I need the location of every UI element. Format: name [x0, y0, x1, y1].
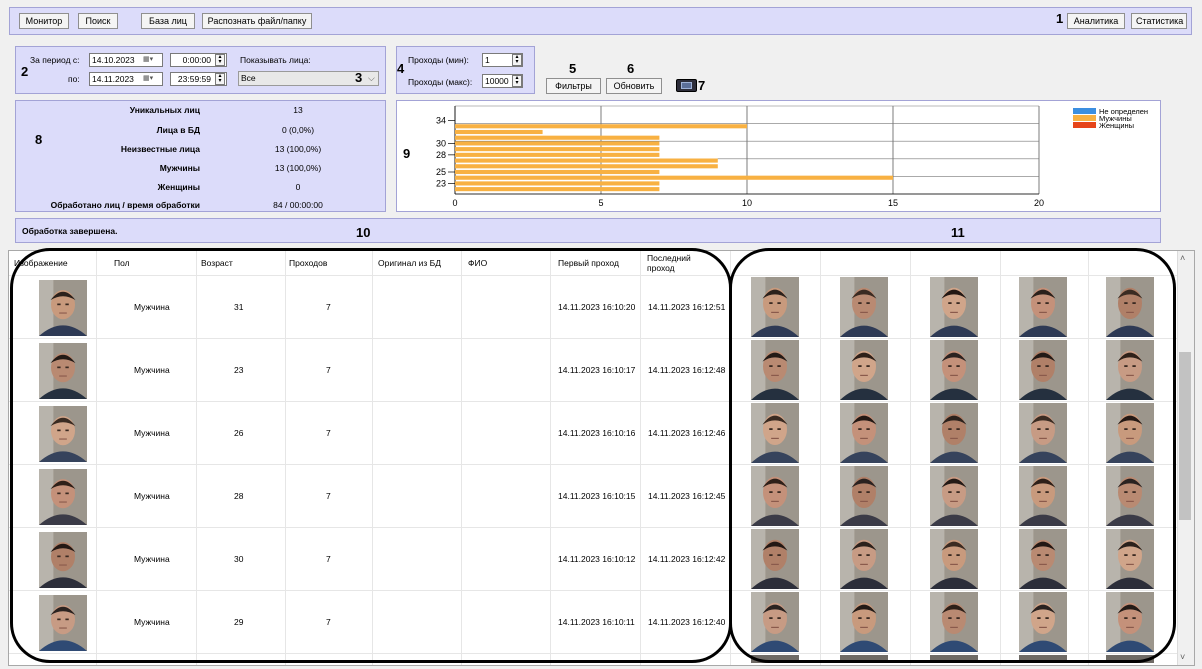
women-value: 0	[295, 182, 301, 192]
marker-1: 1	[1056, 11, 1064, 26]
marker-5: 5	[569, 61, 577, 76]
chart-bar	[455, 187, 660, 192]
legend-swatch	[1073, 108, 1096, 114]
from-time-value: 0:00:00	[182, 55, 211, 65]
spinner-icon[interactable]: ▴ ▾	[215, 54, 225, 66]
faces-in-db-label: Лица в БД	[156, 125, 200, 135]
legend-swatch	[1073, 115, 1096, 121]
calendar-icon[interactable]: ▦▾	[143, 55, 153, 63]
women-label: Женщины	[157, 182, 200, 192]
processed-label: Обработано лиц / время обработки	[50, 200, 200, 210]
statistics-button[interactable]: Статистика	[1131, 13, 1187, 29]
refresh-button[interactable]: Обновить	[606, 78, 662, 94]
period-to-label: по:	[68, 74, 80, 84]
spinner-icon[interactable]: ▴ ▾	[512, 75, 522, 87]
recognize-file-button[interactable]: Распознать файл/папку	[202, 13, 312, 29]
from-date-value: 14.10.2023	[92, 55, 135, 65]
chart-bar	[455, 135, 660, 140]
chart-xtick-label: 15	[888, 198, 898, 208]
chart-bar	[455, 164, 718, 169]
scroll-down-icon[interactable]: ˅	[1180, 652, 1185, 662]
passes-max-value: 10000	[485, 76, 509, 86]
chart-ytick-label: 25	[436, 167, 446, 177]
chart-bar	[455, 169, 660, 175]
face-db-button[interactable]: База лиц	[141, 13, 195, 29]
scrollbar-thumb[interactable]	[1179, 352, 1191, 520]
passes-min-label: Проходы (мин):	[408, 55, 469, 65]
chart-ytick-label: 28	[436, 150, 446, 160]
chart-xtick-label: 5	[598, 198, 603, 208]
chevron-down-icon[interactable]: ⌵	[368, 73, 375, 84]
passes-min-value: 1	[485, 55, 490, 65]
faces-in-db-value: 0 (0,0%)	[281, 125, 315, 135]
marker-6: 6	[627, 61, 635, 76]
marker-7: 7	[698, 78, 706, 93]
to-date-value: 14.11.2023	[92, 74, 134, 84]
marker-4: 4	[397, 61, 405, 76]
calendar-icon[interactable]: ▦▾	[143, 74, 153, 82]
legend-swatch	[1073, 122, 1096, 128]
status-text: Обработка завершена.	[22, 226, 118, 236]
monitor-button[interactable]: Монитор	[19, 13, 69, 29]
marker-3: 3	[355, 70, 363, 85]
unique-faces-label: Уникальных лиц	[129, 105, 200, 115]
table-highlight-oval	[10, 248, 732, 663]
chart-xtick-label: 0	[452, 198, 457, 208]
chart-bar	[455, 152, 660, 157]
chart-ytick-label: 30	[436, 138, 446, 148]
marker-10: 10	[356, 225, 371, 240]
chart-bar	[455, 181, 660, 186]
thumbs-highlight-oval	[729, 248, 1176, 663]
chart-xtick-label: 10	[742, 198, 752, 208]
processed-value: 84 / 00:00:00	[273, 200, 323, 210]
unknown-faces-label: Неизвестные лица	[120, 144, 200, 154]
unknown-faces-value: 13 (100,0%)	[274, 144, 322, 154]
unique-faces-value: 13	[293, 105, 303, 115]
passes-max-label: Проходы (макс):	[408, 77, 473, 87]
chart-bar	[455, 124, 747, 129]
legend-label: Женщины	[1099, 121, 1134, 130]
marker-11: 11	[951, 225, 965, 240]
show-faces-label: Показывать лица:	[240, 55, 311, 65]
chart-bar	[455, 158, 718, 163]
age-chart: 3430282523 0 5 10 15 20 Не определенМужчиныЖ…	[436, 105, 1148, 208]
filters-button[interactable]: Фильтры	[546, 78, 601, 94]
chart-ytick-label: 23	[436, 178, 446, 188]
search-button[interactable]: Поиск	[78, 13, 118, 29]
chart-bar	[455, 175, 893, 180]
to-time-value: 23:59:59	[177, 74, 211, 84]
show-faces-value: Все	[241, 73, 256, 83]
spinner-icon[interactable]: ▴ ▾	[215, 73, 225, 85]
stats-labels: Уникальных лиц Лица в БД Неизвестные лиц…	[20, 104, 200, 212]
marker-2: 2	[21, 64, 29, 79]
period-from-label: За период с:	[30, 55, 80, 65]
chart-ytick-label: 34	[436, 116, 446, 126]
spinner-icon[interactable]: ▴ ▾	[512, 54, 522, 66]
scroll-up-icon[interactable]: ˄	[1180, 253, 1185, 263]
analytics-button[interactable]: Аналитика	[1067, 13, 1125, 29]
chart-bar	[455, 147, 660, 152]
men-value: 13 (100,0%)	[274, 163, 322, 173]
men-label: Мужчины	[159, 163, 200, 173]
chart-bar	[455, 141, 660, 146]
status-bar	[15, 218, 1161, 243]
chart-bar	[455, 129, 543, 135]
chart-xtick-label: 20	[1034, 198, 1044, 208]
camera-icon[interactable]	[676, 79, 697, 92]
